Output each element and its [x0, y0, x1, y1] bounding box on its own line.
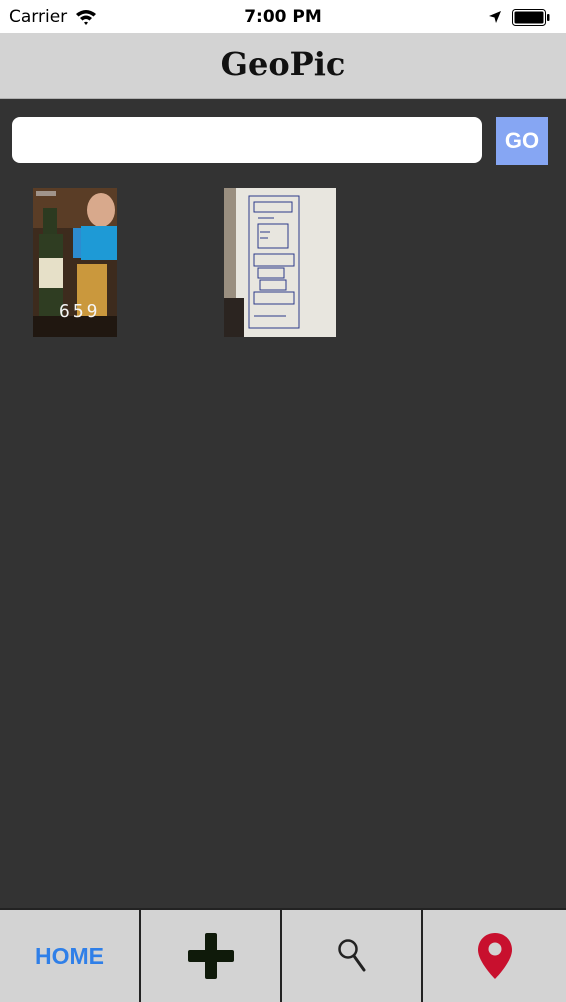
app-header: GeoPic	[0, 33, 566, 99]
search-icon	[337, 939, 365, 972]
search-input[interactable]	[12, 117, 482, 163]
app-title: GeoPic	[220, 45, 346, 83]
status-bar: Carrier 7:00 PM	[0, 0, 566, 33]
map-pin-icon	[477, 933, 512, 979]
location-arrow-icon	[489, 11, 501, 23]
tab-home-label: HOME	[35, 942, 104, 969]
clock: 7:00 PM	[244, 7, 322, 27]
photo-thumbnail[interactable]: 659	[33, 188, 117, 337]
tab-home[interactable]: HOME	[0, 910, 139, 1002]
photo-thumbnail[interactable]	[224, 188, 336, 337]
bottom-tab-bar: HOME	[0, 908, 566, 1002]
plus-icon	[187, 933, 234, 979]
tab-map[interactable]	[423, 910, 566, 1002]
go-button[interactable]: GO	[496, 117, 548, 165]
tab-add[interactable]	[141, 910, 280, 1002]
photo-image	[224, 188, 336, 337]
battery-icon	[512, 9, 550, 26]
tab-search[interactable]	[282, 910, 421, 1002]
photo-counter: 659	[59, 301, 101, 322]
